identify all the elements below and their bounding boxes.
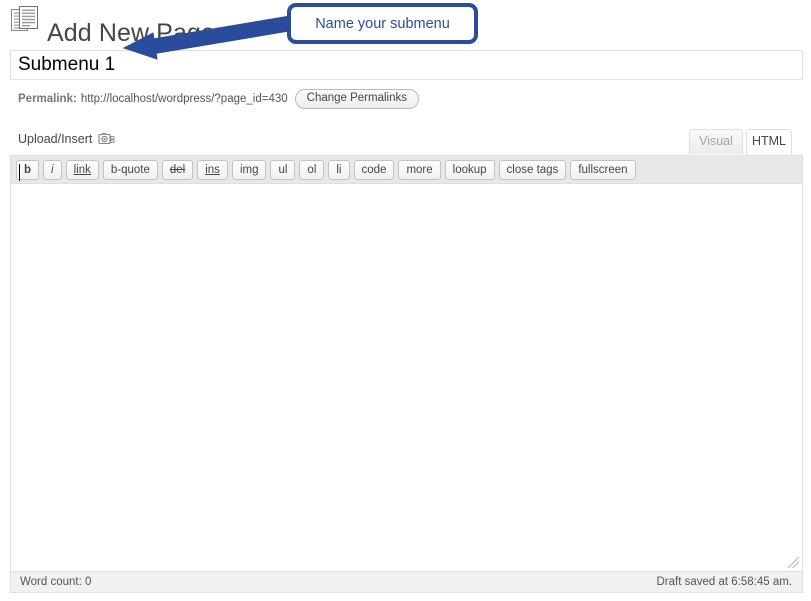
resize-handle[interactable] <box>787 556 800 569</box>
permalink-url: http://localhost/wordpress/?page_id=430 <box>81 93 288 105</box>
quicktag-ins[interactable]: ins <box>197 160 228 180</box>
quicktag-lookup[interactable]: lookup <box>445 160 495 180</box>
quicktag-code[interactable]: code <box>354 160 395 180</box>
quicktag-b-quote[interactable]: b-quote <box>103 160 158 180</box>
quicktag-img[interactable]: img <box>232 160 267 180</box>
quicktag-fullscreen[interactable]: fullscreen <box>570 160 635 180</box>
word-count: Word count: 0 <box>20 572 91 592</box>
editor-textarea[interactable] <box>11 184 802 571</box>
change-permalinks-button[interactable]: Change Permalinks <box>295 89 419 109</box>
upload-insert-row: Upload/Insert <box>18 131 115 147</box>
tab-visual[interactable]: Visual <box>689 129 743 154</box>
editor-container: b i link b-quote del ins img ul ol li co… <box>10 155 803 593</box>
upload-insert-label: Upload/Insert <box>18 132 92 146</box>
permalink-row: Permalink: http://localhost/wordpress/?p… <box>18 88 419 110</box>
quicktag-close-tags[interactable]: close tags <box>499 160 567 180</box>
quicktags-toolbar: b i link b-quote del ins img ul ol li co… <box>11 156 802 184</box>
draft-saved-status: Draft saved at 6:58:45 am. <box>656 572 792 592</box>
quicktag-i[interactable]: i <box>43 160 62 180</box>
quicktag-li[interactable]: li <box>328 160 349 180</box>
text-caret <box>19 164 20 181</box>
pages-icon <box>10 5 40 35</box>
quicktag-del[interactable]: del <box>162 160 193 180</box>
quicktag-ul[interactable]: ul <box>270 160 295 180</box>
page-title: Add New Page <box>47 19 215 48</box>
page-header: Add New Page <box>0 0 811 44</box>
quicktag-more[interactable]: more <box>398 160 440 180</box>
quicktag-link[interactable]: link <box>66 160 99 180</box>
quicktag-ol[interactable]: ol <box>299 160 324 180</box>
editor-statusbar: Word count: 0 Draft saved at 6:58:45 am. <box>11 571 802 592</box>
permalink-label: Permalink: <box>18 93 77 105</box>
tab-html[interactable]: HTML <box>746 129 792 156</box>
media-camera-icon[interactable] <box>98 131 115 147</box>
page-title-input[interactable] <box>10 50 803 80</box>
